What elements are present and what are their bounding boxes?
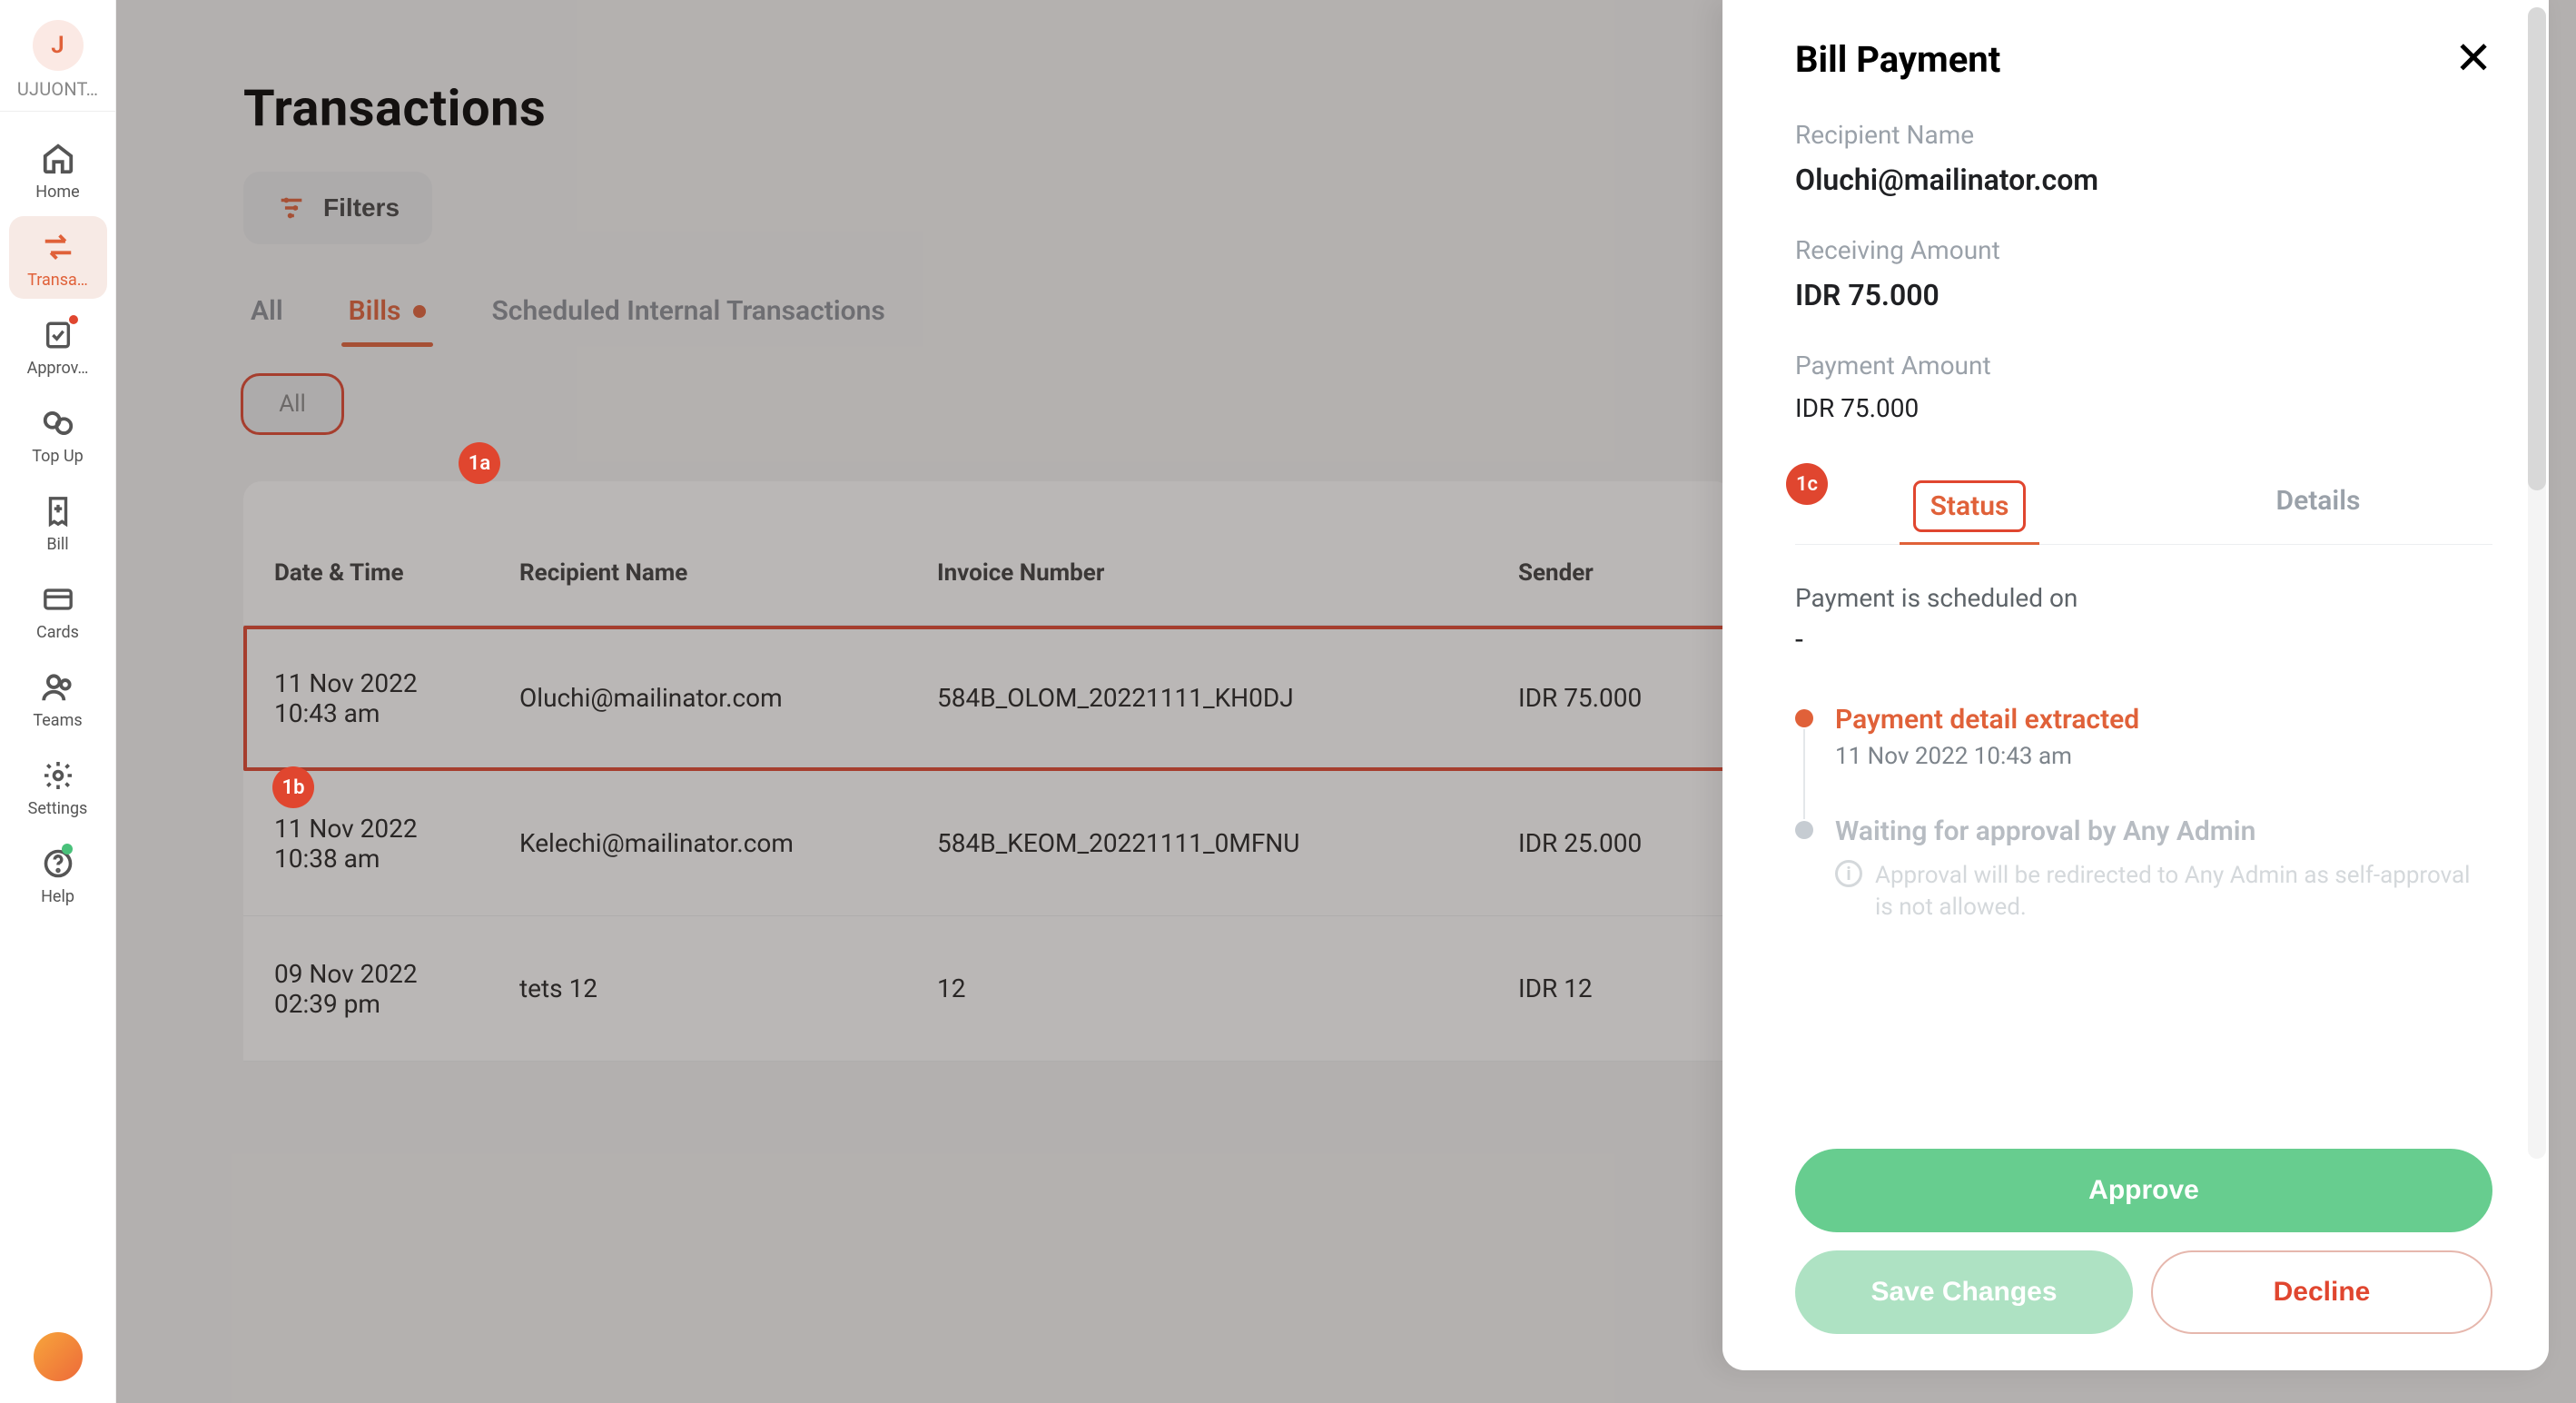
- scheduled-on-value: -: [1795, 622, 2492, 657]
- bill-payment-drawer: Bill Payment ✕ Recipient Name Oluchi@mai…: [1722, 0, 2549, 1370]
- approvals-icon: [40, 317, 76, 353]
- account-block[interactable]: J UJUONT…: [0, 0, 115, 112]
- timeline-title: Waiting for approval by Any Admin: [1835, 815, 2492, 847]
- approve-button[interactable]: Approve: [1795, 1149, 2492, 1232]
- sidebar-item-teams[interactable]: Teams: [9, 657, 107, 739]
- help-icon: [40, 845, 76, 882]
- sidebar-item-help[interactable]: Help: [9, 833, 107, 915]
- sidebar-label: Approv…: [27, 359, 89, 378]
- avatar: J: [33, 20, 84, 71]
- info-icon: i: [1835, 860, 1862, 887]
- sidebar-item-topup[interactable]: Top Up: [9, 392, 107, 475]
- close-icon[interactable]: ✕: [2454, 36, 2492, 82]
- receiving-amount-label: Receiving Amount: [1795, 235, 2492, 265]
- callout-1c: 1c: [1786, 463, 1828, 505]
- sidebar-item-cards[interactable]: Cards: [9, 568, 107, 651]
- sidebar-label: Help: [41, 887, 74, 906]
- recipient-name-label: Recipient Name: [1795, 120, 2492, 150]
- timeline-subtitle: 11 Nov 2022 10:43 am: [1835, 743, 2139, 770]
- receiving-amount-value: IDR 75.000: [1795, 278, 2492, 312]
- drawer-tabs: 1c Status Details: [1795, 469, 2492, 545]
- sidebar-item-bill[interactable]: Bill: [9, 480, 107, 563]
- payment-amount-value: IDR 75.000: [1795, 393, 2492, 423]
- timeline-item: Waiting for approval by Any Admin i Appr…: [1795, 815, 2492, 969]
- sidebar-label: Transa…: [27, 271, 88, 290]
- sidebar-label: Top Up: [32, 447, 84, 466]
- save-changes-button[interactable]: Save Changes: [1795, 1250, 2133, 1334]
- timeline-dot-icon: [1795, 821, 1813, 839]
- payment-amount-label: Payment Amount: [1795, 351, 2492, 380]
- status-tab-highlight: Status: [1918, 485, 2022, 528]
- timeline-dot-icon: [1795, 709, 1813, 727]
- callout-1b: 1b: [272, 766, 314, 808]
- sidebar-label: Cards: [36, 623, 79, 642]
- sidebar-item-settings[interactable]: Settings: [9, 745, 107, 827]
- scheduled-on-label: Payment is scheduled on: [1795, 583, 2492, 613]
- timeline-note: i Approval will be redirected to Any Adm…: [1835, 860, 2492, 924]
- drawer-actions: Approve Save Changes Decline: [1795, 1121, 2492, 1334]
- home-icon: [40, 141, 76, 177]
- drawer-tab-status[interactable]: Status: [1795, 469, 2144, 544]
- callout-1a: 1a: [459, 442, 500, 484]
- drawer-title: Bill Payment: [1795, 38, 2000, 81]
- sidebar-item-approvals[interactable]: Approv…: [9, 304, 107, 387]
- topup-icon: [40, 405, 76, 441]
- sidebar-label: Settings: [28, 799, 88, 818]
- cards-icon: [40, 581, 76, 618]
- sidebar-label: Bill: [46, 535, 68, 554]
- status-timeline: Payment detail extracted 11 Nov 2022 10:…: [1795, 704, 2492, 969]
- scrollbar[interactable]: [2528, 7, 2546, 1159]
- bill-icon: [40, 493, 76, 529]
- decline-button[interactable]: Decline: [2151, 1250, 2492, 1334]
- transactions-icon: [40, 229, 76, 265]
- brand-logo: [34, 1332, 83, 1381]
- teams-icon: [40, 669, 76, 706]
- recipient-name-value: Oluchi@mailinator.com: [1795, 163, 2492, 197]
- settings-icon: [40, 757, 76, 794]
- drawer-tab-details[interactable]: Details: [2144, 469, 2492, 544]
- sidebar: J UJUONT… Home Transa… Approv… Top Up Bi…: [0, 0, 116, 1403]
- sidebar-item-transactions[interactable]: Transa…: [9, 216, 107, 299]
- timeline-item: Payment detail extracted 11 Nov 2022 10:…: [1795, 704, 2492, 815]
- sidebar-item-home[interactable]: Home: [9, 128, 107, 211]
- timeline-title: Payment detail extracted: [1835, 704, 2139, 736]
- sidebar-label: Home: [35, 183, 79, 202]
- account-name: UJUONT…: [17, 78, 98, 100]
- sidebar-label: Teams: [33, 711, 82, 730]
